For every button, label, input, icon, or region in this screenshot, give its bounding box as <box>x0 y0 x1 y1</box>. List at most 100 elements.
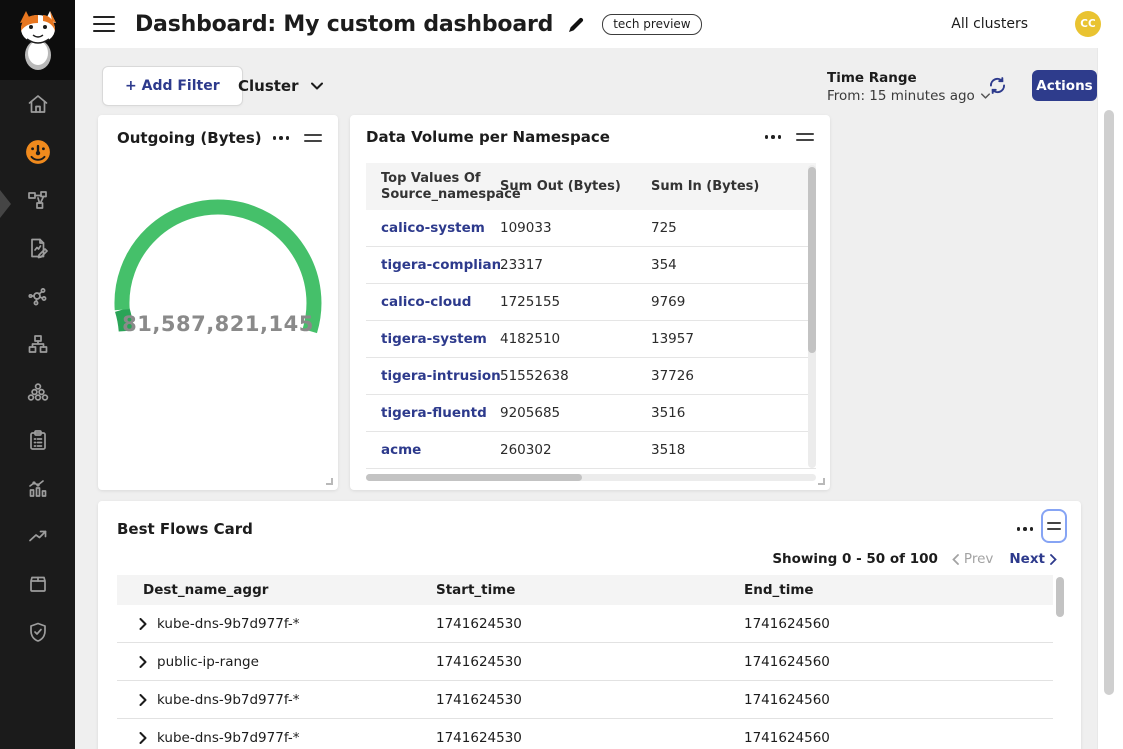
sum-out-value: 9205685 <box>500 405 651 421</box>
add-filter-button[interactable]: + Add Filter <box>102 66 243 106</box>
sidebar-item-chart-logs[interactable] <box>0 464 75 512</box>
main-content: + Add Filter Cluster Time Range From: 15… <box>75 48 1123 749</box>
table-row: tigera-fluentd 9205685 3516 <box>366 395 816 432</box>
bar-chart-icon <box>26 476 50 500</box>
data-volume-card-menu-button[interactable] <box>765 135 782 139</box>
end-time: 1741624560 <box>744 654 1053 670</box>
table-vscrollbar-thumb[interactable] <box>808 167 816 353</box>
dest-name: kube-dns-9b7d977f-* <box>157 692 299 708</box>
chevron-right-icon <box>1050 554 1057 565</box>
flow-row[interactable]: kube-dns-9b7d977f-* 1741624530 174162456… <box>117 681 1053 719</box>
sidebar-item-reports[interactable] <box>0 224 75 272</box>
sum-in-value: 3516 <box>651 405 816 421</box>
sidebar-item-trends[interactable] <box>0 512 75 560</box>
sum-out-value: 51552638 <box>500 368 651 384</box>
expand-chevron-icon[interactable] <box>139 656 147 668</box>
edit-title-button[interactable] <box>567 15 586 34</box>
resize-handle[interactable] <box>818 478 825 485</box>
col-sum-in: Sum In (Bytes) <box>651 179 816 195</box>
outgoing-card-title: Outgoing (Bytes) <box>117 129 262 147</box>
calico-logo[interactable] <box>0 0 75 80</box>
best-flows-card-drag-handle-selected[interactable] <box>1041 509 1067 543</box>
dest-name: kube-dns-9b7d977f-* <box>157 616 299 632</box>
data-volume-card-drag-handle[interactable] <box>796 133 814 141</box>
page-title: Dashboard: My custom dashboard <box>135 12 553 37</box>
best-flows-card-title: Best Flows Card <box>117 520 253 538</box>
resize-handle[interactable] <box>326 478 333 485</box>
sidebar-item-topology[interactable] <box>0 176 75 224</box>
namespace-link[interactable]: acme <box>366 442 500 458</box>
hamburger-menu-icon[interactable] <box>93 16 115 32</box>
home-icon <box>26 92 50 116</box>
prev-page-button[interactable]: Prev <box>952 551 993 567</box>
best-flows-card-menu-button[interactable] <box>1017 527 1034 531</box>
start-time: 1741624530 <box>436 654 744 670</box>
col-dest-name: Dest_name_aggr <box>117 582 436 598</box>
flow-row[interactable]: public-ip-range 1741624530 1741624560 <box>117 643 1053 681</box>
start-time: 1741624530 <box>436 616 744 632</box>
table-row: calico-cloud 1725155 9769 <box>366 284 816 321</box>
namespace-link[interactable]: tigera-intrusion-d… <box>366 368 500 384</box>
sidebar-item-security[interactable] <box>0 608 75 656</box>
flow-row[interactable]: kube-dns-9b7d977f-* 1741624530 174162456… <box>117 719 1053 749</box>
sidebar-item-dashboard-active[interactable] <box>0 128 75 176</box>
data-volume-card-title: Data Volume per Namespace <box>366 128 610 146</box>
flow-row[interactable]: kube-dns-9b7d977f-* 1741624530 174162456… <box>117 605 1053 643</box>
outgoing-card-drag-handle[interactable] <box>304 134 322 142</box>
next-page-button[interactable]: Next <box>1009 551 1057 567</box>
expand-chevron-icon[interactable] <box>139 618 147 630</box>
sidebar-item-home[interactable] <box>0 80 75 128</box>
sidebar-item-sitemap[interactable] <box>0 320 75 368</box>
sidebar-item-packages[interactable] <box>0 560 75 608</box>
chevron-down-icon <box>311 82 323 90</box>
time-range-selector[interactable]: Time Range From: 15 minutes ago <box>827 70 990 104</box>
end-time: 1741624560 <box>744 616 1053 632</box>
end-time: 1741624560 <box>744 692 1053 708</box>
cluster-filter-label: Cluster <box>238 77 299 95</box>
dashboard-gauge-icon <box>25 139 51 165</box>
best-flows-card: Best Flows Card Showing 0 - 50 of 100 Pr… <box>98 501 1081 749</box>
sum-in-value: 354 <box>651 257 816 273</box>
outgoing-bytes-card: Outgoing (Bytes) 81,587,821,145 <box>98 115 338 490</box>
gauge-value: 81,587,821,145 <box>98 312 338 336</box>
sum-out-value: 23317 <box>500 257 651 273</box>
actions-button[interactable]: Actions <box>1032 70 1097 101</box>
table-row: tigera-intrusion-d… 51552638 37726 <box>366 358 816 395</box>
flows-vscrollbar-thumb[interactable] <box>1056 577 1064 617</box>
expand-chevron-icon[interactable] <box>139 694 147 706</box>
expand-chevron-icon[interactable] <box>139 732 147 744</box>
sum-out-value: 109033 <box>500 220 651 236</box>
avatar[interactable]: CC <box>1075 11 1101 37</box>
namespace-link[interactable]: tigera-compliance <box>366 257 500 273</box>
namespace-link[interactable]: tigera-fluentd <box>366 405 500 421</box>
pencil-icon <box>567 15 586 34</box>
namespace-link[interactable]: calico-cloud <box>366 294 500 310</box>
sidebar-item-network-graph[interactable] <box>0 272 75 320</box>
chevron-left-icon <box>952 554 959 565</box>
sum-out-value: 1725155 <box>500 294 651 310</box>
data-volume-card: Data Volume per Namespace Top Values Of … <box>350 115 830 490</box>
sum-in-value: 13957 <box>651 331 816 347</box>
pagination: Showing 0 - 50 of 100 Prev Next <box>772 551 1057 567</box>
refresh-button[interactable] <box>987 75 1008 100</box>
table-hscrollbar-thumb[interactable] <box>366 474 582 481</box>
dest-name: kube-dns-9b7d977f-* <box>157 730 299 746</box>
network-graph-icon <box>26 284 50 308</box>
app-root: Dashboard: My custom dashboard tech prev… <box>0 0 1123 749</box>
sidebar-item-clipboard[interactable] <box>0 416 75 464</box>
time-range-value: From: 15 minutes ago <box>827 88 975 104</box>
start-time: 1741624530 <box>436 730 744 746</box>
sitemap-icon <box>26 332 50 356</box>
page-scrollbar-thumb[interactable] <box>1104 110 1114 695</box>
cluster-selector[interactable]: All clusters <box>951 16 1028 32</box>
end-time: 1741624560 <box>744 730 1053 746</box>
col-start-time: Start_time <box>436 582 744 598</box>
namespace-link[interactable]: tigera-system <box>366 331 500 347</box>
sum-out-value: 260302 <box>500 442 651 458</box>
topbar: Dashboard: My custom dashboard tech prev… <box>75 0 1123 48</box>
cluster-filter-dropdown[interactable]: Cluster <box>238 72 323 100</box>
namespace-link[interactable]: calico-system <box>366 220 500 236</box>
sidebar-item-cluster-nodes[interactable] <box>0 368 75 416</box>
outgoing-card-menu-button[interactable] <box>273 136 290 140</box>
page-scrollbar-track <box>1097 48 1123 749</box>
